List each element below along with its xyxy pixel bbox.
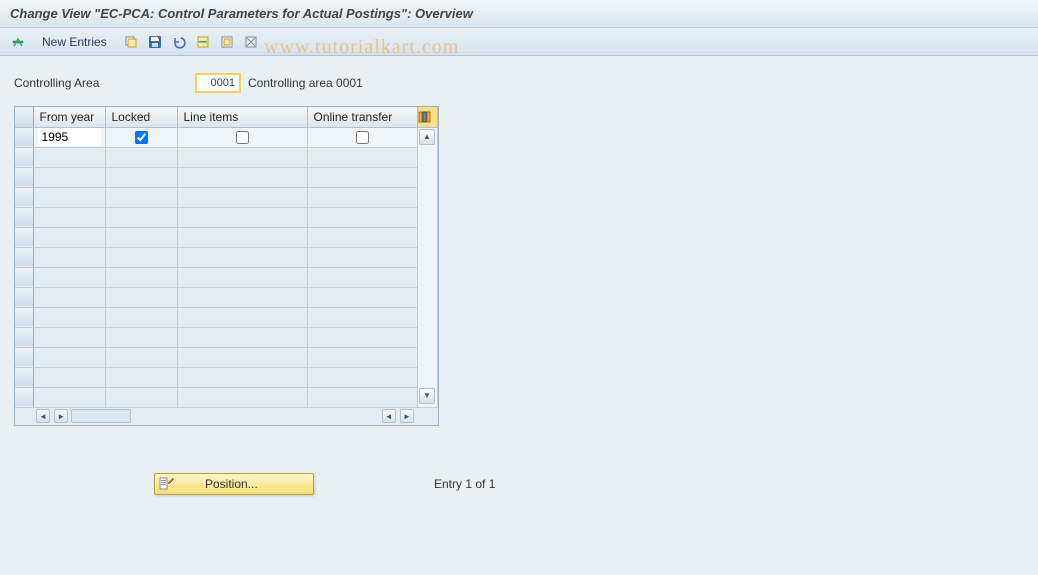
controlling-area-row: Controlling Area Controlling area 0001 bbox=[14, 74, 1024, 92]
col-line-items[interactable]: Line items bbox=[177, 107, 307, 127]
scroll-track[interactable] bbox=[71, 409, 131, 423]
select-all-icon[interactable] bbox=[193, 32, 213, 52]
row-selector[interactable] bbox=[15, 287, 33, 307]
row-selector[interactable] bbox=[15, 227, 33, 247]
col-from-year[interactable]: From year bbox=[33, 107, 105, 127]
copy-icon[interactable] bbox=[121, 32, 141, 52]
line-items-checkbox[interactable] bbox=[236, 131, 249, 144]
from-year-input[interactable] bbox=[38, 128, 101, 146]
row-selector[interactable] bbox=[15, 147, 33, 167]
table-row bbox=[15, 227, 437, 247]
deselect-icon[interactable] bbox=[241, 32, 261, 52]
row-selector[interactable] bbox=[15, 307, 33, 327]
table-row bbox=[15, 267, 437, 287]
scroll-first-icon[interactable]: ◄ bbox=[382, 409, 396, 423]
row-selector[interactable] bbox=[15, 207, 33, 227]
toggle-icon[interactable] bbox=[8, 32, 28, 52]
table-row bbox=[15, 247, 437, 267]
row-selector[interactable] bbox=[15, 187, 33, 207]
footer: Position... Entry 1 of 1 bbox=[14, 473, 1024, 495]
table-row bbox=[15, 307, 437, 327]
undo-icon[interactable] bbox=[169, 32, 189, 52]
scroll-last-icon[interactable]: ► bbox=[400, 409, 414, 423]
table-row bbox=[15, 207, 437, 227]
parameters-grid: From year Locked Line items Online trans… bbox=[15, 107, 438, 425]
position-label: Position... bbox=[205, 477, 258, 491]
row-selector[interactable] bbox=[15, 327, 33, 347]
row-selector[interactable] bbox=[15, 267, 33, 287]
row-selector[interactable] bbox=[15, 247, 33, 267]
scroll-up-icon[interactable]: ▲ bbox=[419, 129, 435, 145]
controlling-area-label: Controlling Area bbox=[14, 76, 196, 90]
table-row bbox=[15, 387, 437, 407]
locked-checkbox[interactable] bbox=[135, 131, 148, 144]
controlling-area-description: Controlling area 0001 bbox=[248, 76, 363, 90]
grid-container: From year Locked Line items Online trans… bbox=[14, 106, 439, 426]
controlling-area-input[interactable] bbox=[196, 74, 240, 92]
toolbar: New Entries bbox=[0, 28, 1038, 56]
col-online-transfer[interactable]: Online transfer bbox=[307, 107, 417, 127]
row-selector[interactable] bbox=[15, 347, 33, 367]
column-config-icon[interactable] bbox=[417, 107, 437, 127]
entry-status: Entry 1 of 1 bbox=[434, 477, 495, 491]
horizontal-scrollbar[interactable]: ◄ ► ◄ ► bbox=[15, 407, 437, 425]
table-row bbox=[15, 367, 437, 387]
scroll-right-icon[interactable]: ► bbox=[54, 409, 68, 423]
table-row bbox=[15, 187, 437, 207]
row-selector[interactable] bbox=[15, 367, 33, 387]
online-transfer-checkbox[interactable] bbox=[356, 131, 369, 144]
row-selector-header[interactable] bbox=[15, 107, 33, 127]
title-bar: Change View "EC-PCA: Control Parameters … bbox=[0, 0, 1038, 28]
page-title: Change View "EC-PCA: Control Parameters … bbox=[10, 6, 473, 21]
vertical-scrollbar[interactable]: ▲ ▼ bbox=[417, 127, 437, 407]
scroll-left-icon[interactable]: ◄ bbox=[36, 409, 50, 423]
new-entries-button[interactable]: New Entries bbox=[34, 32, 115, 52]
content-area: Controlling Area Controlling area 0001 F… bbox=[0, 56, 1038, 505]
position-icon bbox=[159, 477, 175, 491]
cell-online-transfer bbox=[307, 127, 417, 147]
save-icon[interactable] bbox=[145, 32, 165, 52]
subset-icon[interactable] bbox=[217, 32, 237, 52]
table-row bbox=[15, 287, 437, 307]
table-row bbox=[15, 347, 437, 367]
table-row bbox=[15, 147, 437, 167]
position-button[interactable]: Position... bbox=[154, 473, 314, 495]
scroll-down-icon[interactable]: ▼ bbox=[419, 388, 435, 404]
row-selector[interactable] bbox=[15, 387, 33, 407]
row-selector[interactable] bbox=[15, 127, 33, 147]
row-selector[interactable] bbox=[15, 167, 33, 187]
cell-line-items bbox=[177, 127, 307, 147]
col-locked[interactable]: Locked bbox=[105, 107, 177, 127]
cell-from-year bbox=[33, 127, 105, 147]
cell-locked bbox=[105, 127, 177, 147]
table-row bbox=[15, 167, 437, 187]
table-row bbox=[15, 327, 437, 347]
table-row: ▲ ▼ bbox=[15, 127, 437, 147]
grid-header-row: From year Locked Line items Online trans… bbox=[15, 107, 437, 127]
